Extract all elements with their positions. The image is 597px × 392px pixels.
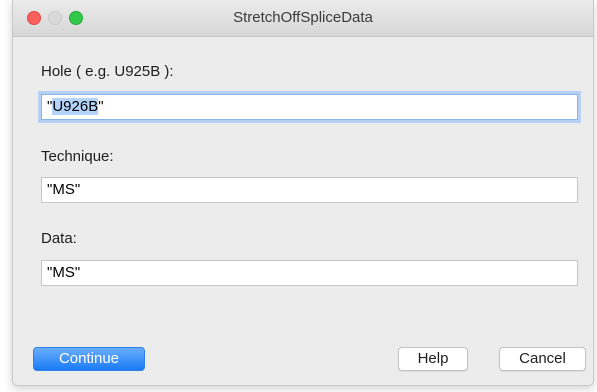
window-title: StretchOffSpliceData	[233, 9, 373, 26]
cancel-button[interactable]: Cancel	[499, 347, 586, 371]
dialog-window: StretchOffSpliceData Hole ( e.g. U925B )…	[12, 0, 594, 386]
technique-label: Technique:	[41, 148, 114, 165]
technique-input[interactable]: "MS"	[41, 177, 578, 203]
data-label: Data:	[41, 230, 77, 247]
data-input[interactable]: "MS"	[41, 260, 578, 286]
hole-label: Hole ( e.g. U925B ):	[41, 63, 174, 80]
hole-input[interactable]: "U926B"	[41, 94, 578, 120]
hole-value-selected-text: U926B	[52, 98, 99, 115]
title-bar[interactable]: StretchOffSpliceData	[13, 0, 593, 37]
help-button[interactable]: Help	[398, 347, 468, 371]
continue-button[interactable]: Continue	[33, 347, 145, 371]
hole-value-suffix: "	[98, 98, 104, 115]
